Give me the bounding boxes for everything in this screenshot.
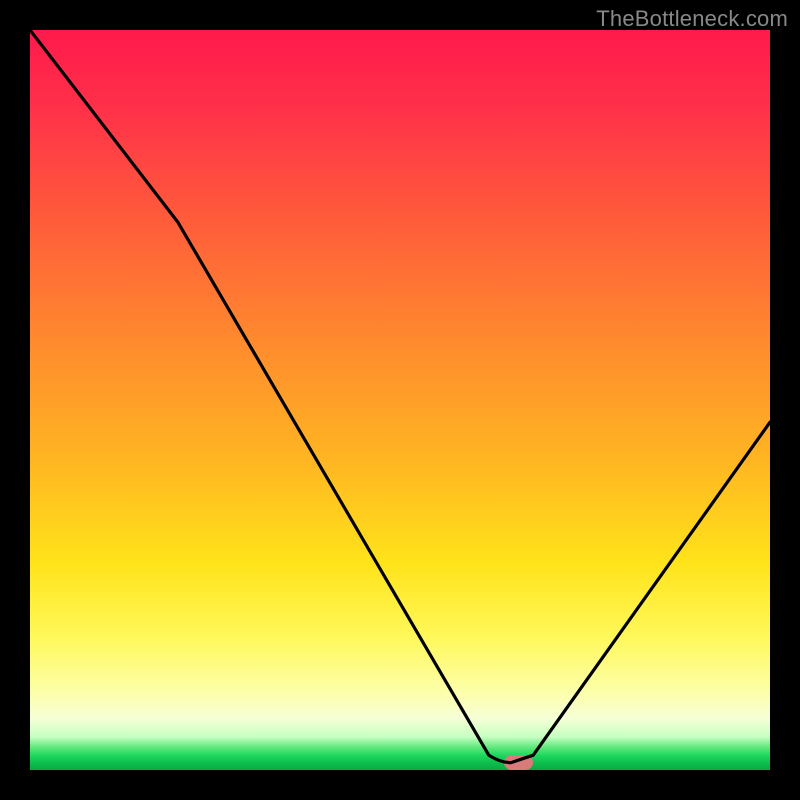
plot-area	[30, 30, 770, 770]
watermark-text: TheBottleneck.com	[596, 6, 788, 32]
bottleneck-curve	[30, 30, 770, 770]
chart-frame: TheBottleneck.com	[0, 0, 800, 800]
